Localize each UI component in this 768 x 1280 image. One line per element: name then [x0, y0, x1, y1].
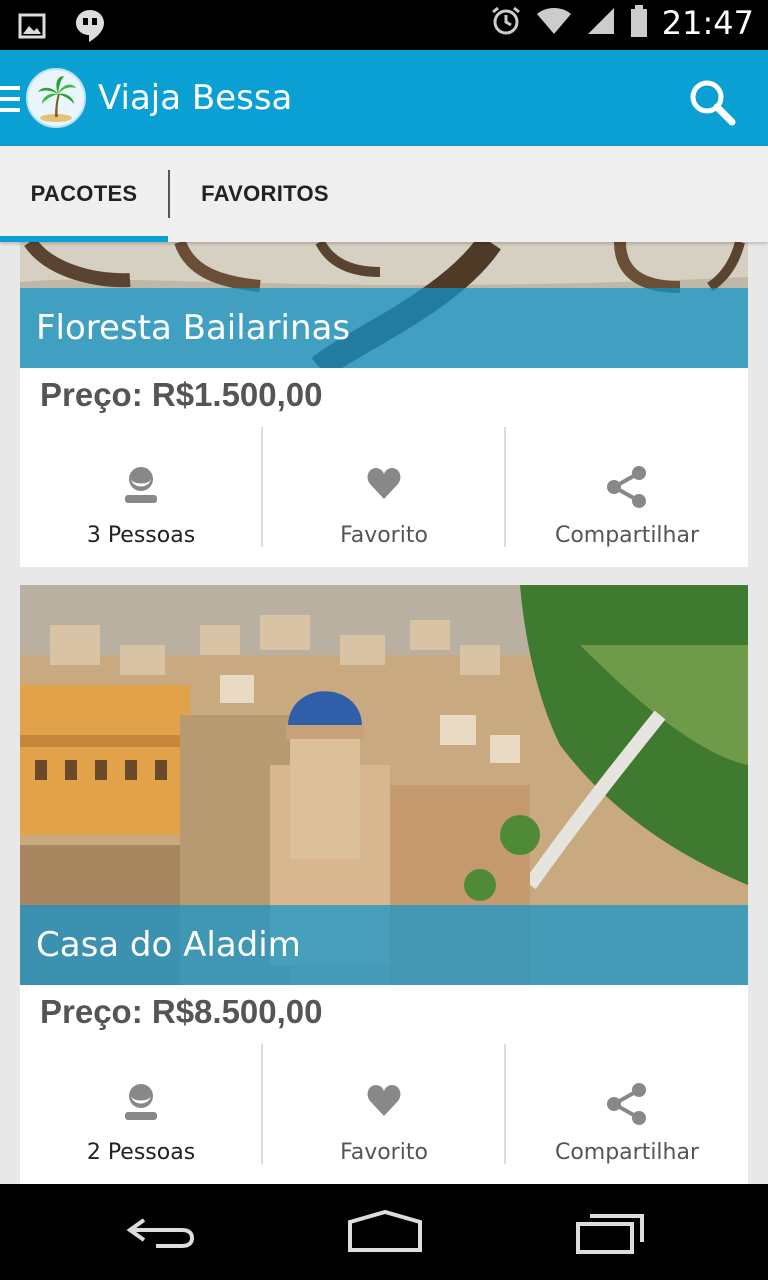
- tab-indicator: [0, 236, 168, 242]
- heart-icon: [366, 1082, 402, 1123]
- wifi-icon: [536, 6, 572, 41]
- recent-apps-icon[interactable]: [564, 1208, 654, 1256]
- image-notification-icon: [18, 13, 46, 44]
- person-icon: [123, 1082, 159, 1127]
- person-icon: [123, 465, 159, 510]
- share-label: Compartilhar: [554, 1140, 700, 1165]
- package-caption: Casa do Aladim: [20, 905, 748, 985]
- alarm-icon: [490, 5, 522, 42]
- share-icon: [605, 465, 649, 514]
- package-actions: 3 Pessoas Favorito Compartilhar: [20, 427, 748, 548]
- favorite-label: Favorito: [340, 1140, 428, 1165]
- search-icon[interactable]: [686, 76, 738, 128]
- back-icon[interactable]: [116, 1208, 206, 1256]
- menu-icon[interactable]: [0, 86, 20, 112]
- home-icon[interactable]: [340, 1208, 430, 1256]
- package-price: Preço: R$1.500,00: [40, 376, 323, 413]
- status-bar: 21:47: [0, 0, 768, 50]
- package-list[interactable]: Floresta Bailarinas Preço: R$1.500,00 3 …: [0, 242, 768, 1184]
- package-price: Preço: R$8.500,00: [40, 993, 323, 1030]
- package-name: Casa do Aladim: [36, 925, 301, 965]
- navigation-bar: [0, 1184, 768, 1280]
- battery-icon: [630, 4, 648, 42]
- clock: 21:47: [661, 4, 754, 42]
- heart-icon: [366, 465, 402, 506]
- package-name: Floresta Bailarinas: [36, 308, 351, 348]
- package-card[interactable]: Casa do Aladim Preço: R$8.500,00 2 Pesso…: [20, 585, 748, 1184]
- tab-favoritos[interactable]: FAVORITOS: [170, 146, 360, 242]
- app-bar: Viaja Bessa: [0, 50, 768, 146]
- share-button[interactable]: Compartilhar: [506, 1044, 748, 1165]
- palm-tree-logo[interactable]: [26, 68, 86, 128]
- share-icon: [605, 1082, 649, 1131]
- favorite-button[interactable]: Favorito: [263, 1044, 505, 1165]
- people-count: 2 Pessoas: [86, 1140, 196, 1165]
- people-count: 3 Pessoas: [86, 523, 196, 548]
- share-label: Compartilhar: [554, 523, 700, 548]
- tab-bar: PACOTES FAVORITOS: [0, 146, 768, 242]
- package-actions: 2 Pessoas Favorito Compartilhar: [20, 1044, 748, 1165]
- favorite-button[interactable]: Favorito: [263, 427, 505, 548]
- app-title: Viaja Bessa: [98, 78, 293, 118]
- people-button[interactable]: 2 Pessoas: [20, 1044, 262, 1165]
- package-caption: Floresta Bailarinas: [20, 288, 748, 368]
- share-button[interactable]: Compartilhar: [506, 427, 748, 548]
- people-button[interactable]: 3 Pessoas: [20, 427, 262, 548]
- tab-pacotes[interactable]: PACOTES: [0, 146, 168, 242]
- favorite-label: Favorito: [340, 523, 428, 548]
- signal-icon: [586, 6, 616, 41]
- package-card[interactable]: Floresta Bailarinas Preço: R$1.500,00 3 …: [20, 242, 748, 567]
- hangouts-icon: [74, 8, 106, 49]
